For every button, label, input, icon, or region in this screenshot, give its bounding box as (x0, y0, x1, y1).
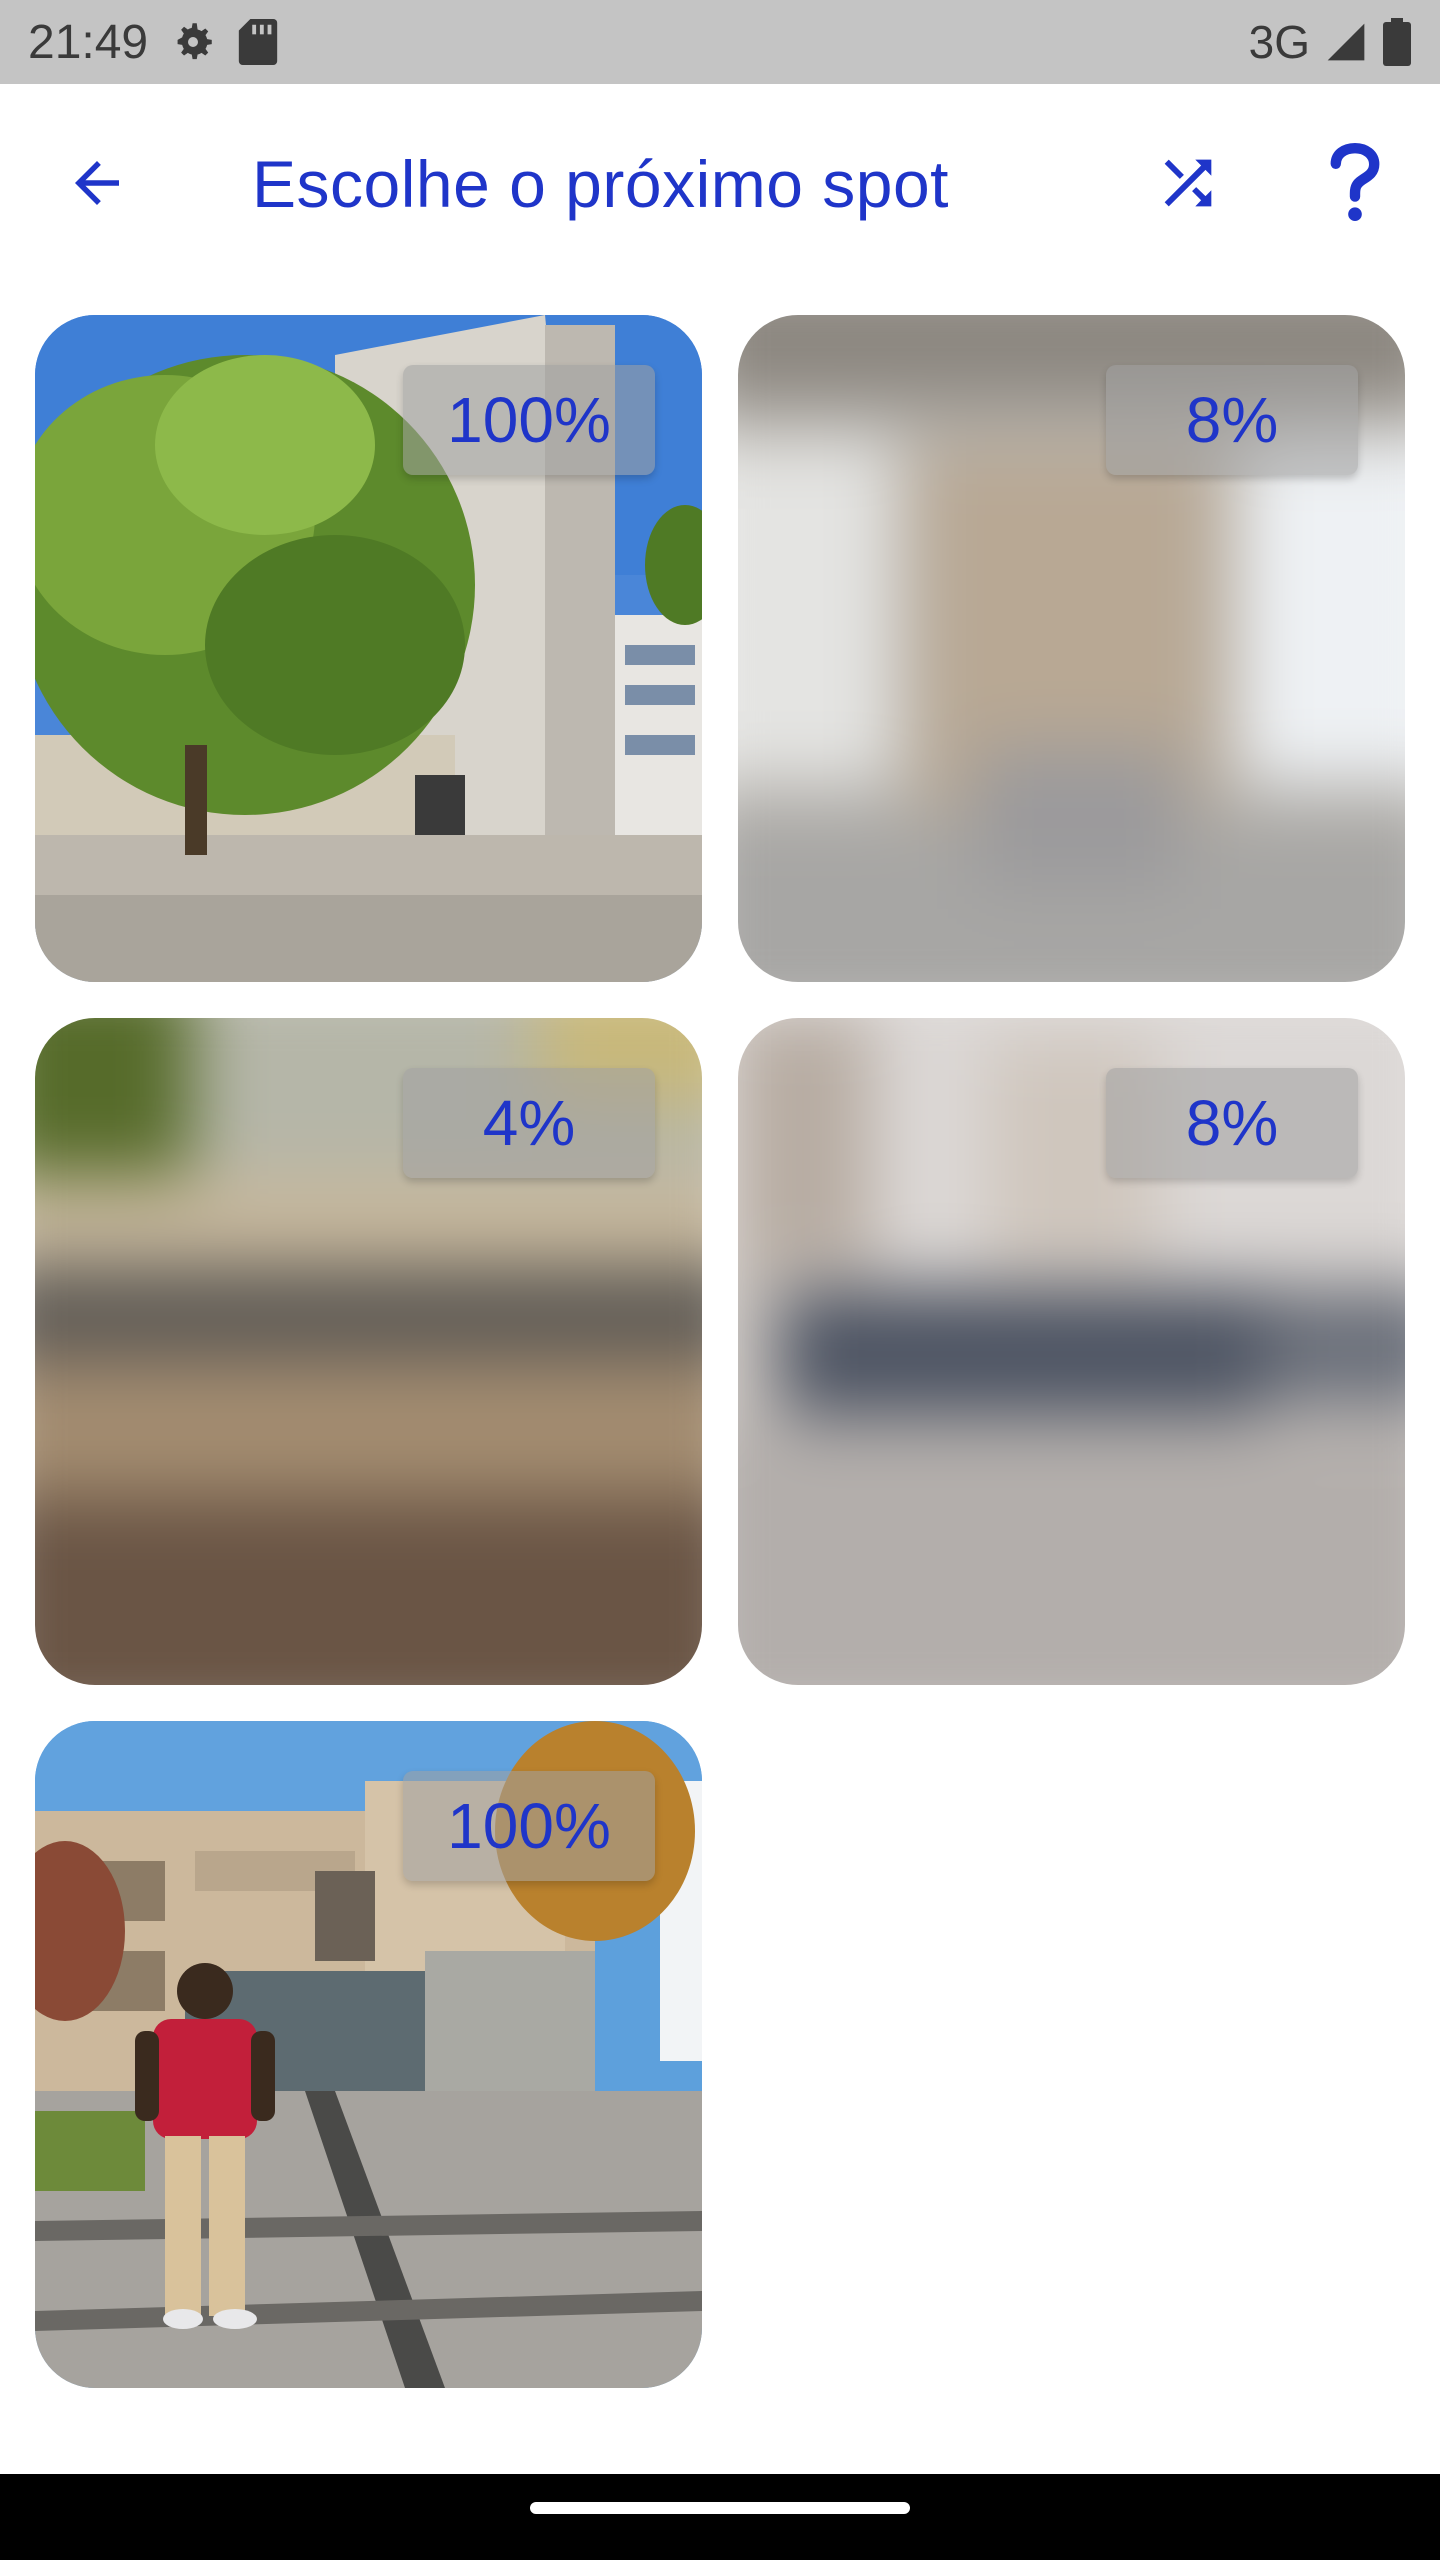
help-icon (1330, 143, 1380, 221)
reveal-percent-badge: 8% (1106, 365, 1358, 475)
page-title: Escolhe o próximo spot (252, 147, 950, 221)
reveal-percent-badge: 100% (403, 1771, 655, 1881)
home-gesture-handle[interactable] (530, 2502, 910, 2514)
spot-tile-4[interactable]: 8% (738, 1018, 1405, 1685)
system-navigation-bar (0, 2474, 1440, 2560)
shuffle-button[interactable] (1133, 128, 1243, 238)
reveal-percent-badge: 8% (1106, 1068, 1358, 1178)
status-bar: 21:49 3G (0, 0, 1440, 84)
battery-icon (1382, 18, 1412, 66)
spot-tile-5[interactable]: 100% (35, 1721, 702, 2388)
back-button[interactable] (42, 128, 152, 238)
arrow-back-icon (75, 161, 119, 205)
spot-tile-3[interactable]: 4% (35, 1018, 702, 1685)
spot-tile-1[interactable]: 100% (35, 315, 702, 982)
app-bar: Escolhe o próximo spot (0, 84, 1440, 284)
reveal-percent-badge: 4% (403, 1068, 655, 1178)
settings-icon (168, 17, 218, 67)
help-button[interactable] (1300, 128, 1410, 238)
sd-card-icon (238, 19, 278, 65)
spot-tile-2[interactable]: 8% (738, 315, 1405, 982)
status-time: 21:49 (28, 15, 149, 69)
shuffle-icon (1164, 159, 1212, 207)
network-type: 3G (1248, 16, 1310, 68)
reveal-percent-badge: 100% (403, 365, 655, 475)
signal-icon (1324, 20, 1368, 64)
